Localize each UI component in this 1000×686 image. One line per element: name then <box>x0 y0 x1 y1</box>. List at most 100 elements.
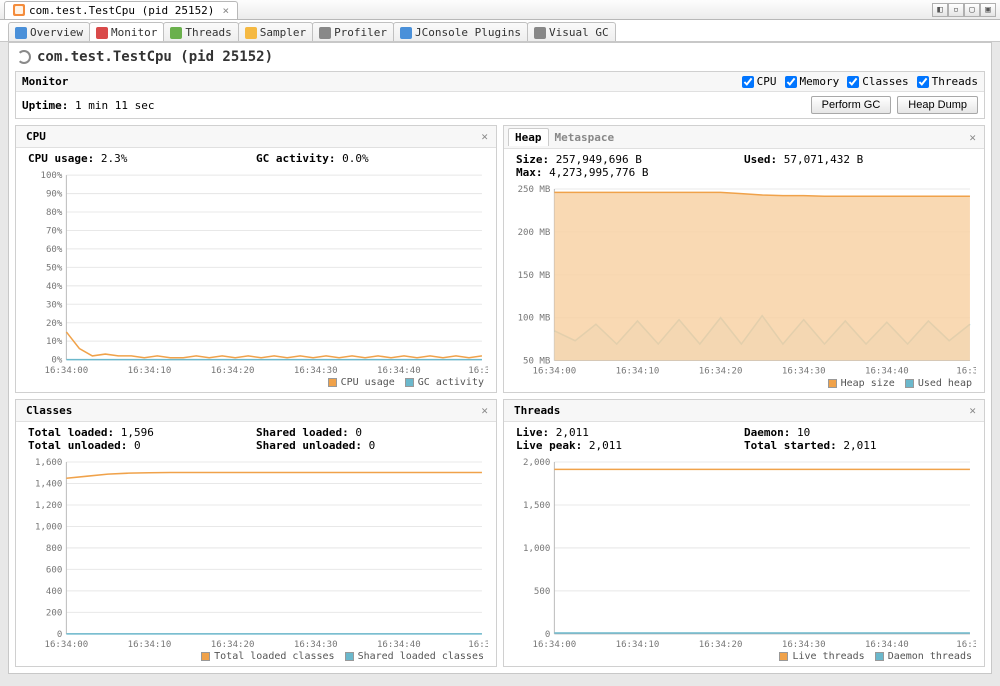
svg-text:1,200: 1,200 <box>35 501 62 511</box>
svg-text:500: 500 <box>534 587 550 597</box>
svg-text:16:34:00: 16:34:00 <box>533 640 577 650</box>
svg-text:200 MB: 200 MB <box>518 228 551 238</box>
chart-grid: CPU✕ CPU usage: 2.3% GC activity: 0.0% 0… <box>9 119 991 673</box>
threads-chart: 05001,0001,5002,00016:34:0016:34:1016:34… <box>512 458 976 650</box>
win-btn-1[interactable]: ◧ <box>932 3 948 17</box>
classes-panel: Classes✕ Total loaded: 1,596 Shared load… <box>15 399 497 667</box>
svg-text:1,000: 1,000 <box>523 544 550 554</box>
page-title-bar: com.test.TestCpu (pid 25152) <box>9 43 991 71</box>
started-label: Total started: <box>744 439 837 452</box>
collapse-icon[interactable]: ✕ <box>477 404 492 417</box>
svg-text:0: 0 <box>545 630 550 640</box>
heap-tab[interactable]: Heap <box>508 128 549 146</box>
svg-text:250 MB: 250 MB <box>518 185 551 195</box>
svg-text:16:34:10: 16:34:10 <box>616 367 660 377</box>
tab-overview[interactable]: Overview <box>8 22 90 41</box>
svg-text:16:34:10: 16:34:10 <box>128 640 172 650</box>
svg-text:16:34:20: 16:34:20 <box>699 367 743 377</box>
app-tab-title: com.test.TestCpu (pid 25152) <box>29 4 214 17</box>
perform-gc-button[interactable]: Perform GC <box>811 96 892 114</box>
total-loaded-value: 1,596 <box>121 426 154 439</box>
cpu-title: CPU <box>20 128 52 145</box>
started-value: 2,011 <box>843 439 876 452</box>
heap-size-label: Size: <box>516 153 549 166</box>
daemon-label: Daemon: <box>744 426 790 439</box>
svg-text:16:34:40: 16:34:40 <box>865 640 909 650</box>
check-cpu-box[interactable] <box>742 76 754 88</box>
check-threads-box[interactable] <box>917 76 929 88</box>
overview-icon <box>15 27 27 39</box>
classes-title: Classes <box>20 402 78 419</box>
svg-text:1,000: 1,000 <box>35 522 62 532</box>
svg-text:16:34:00: 16:34:00 <box>533 367 577 377</box>
heap-chart: 50 MB 100 MB 150 MB 200 MB 250 MB 16:34:00 16:… <box>512 185 976 377</box>
svg-text:50 MB: 50 MB <box>523 357 551 367</box>
heap-legend: Heap size Used heap <box>508 377 980 391</box>
svg-text:800: 800 <box>46 544 62 554</box>
tab-label: Monitor <box>111 26 157 39</box>
tab-visualgc[interactable]: Visual GC <box>527 22 616 41</box>
classes-legend: Total loaded classes Shared loaded class… <box>20 650 492 664</box>
shared-loaded-value: 0 <box>355 426 362 439</box>
heap-used-value: 57,071,432 B <box>784 153 863 166</box>
check-memory[interactable]: Memory <box>785 75 840 88</box>
tab-jconsole[interactable]: JConsole Plugins <box>393 22 528 41</box>
cpu-chart: 0%10%20%30%40%50%60%70%80%90%100%16:34:0… <box>24 171 488 376</box>
win-btn-3[interactable]: ▢ <box>964 3 980 17</box>
monitor-label: Monitor <box>22 75 68 88</box>
shared-unloaded-value: 0 <box>369 439 376 452</box>
cpu-panel: CPU✕ CPU usage: 2.3% GC activity: 0.0% 0… <box>15 125 497 393</box>
heap-dump-button[interactable]: Heap Dump <box>897 96 978 114</box>
svg-text:20%: 20% <box>46 319 63 329</box>
view-tabs: Overview Monitor Threads Sampler Profile… <box>0 20 1000 42</box>
tab-sampler[interactable]: Sampler <box>238 22 313 41</box>
tab-label: Visual GC <box>549 26 609 39</box>
tab-monitor[interactable]: Monitor <box>89 22 164 41</box>
tab-label: Threads <box>185 26 231 39</box>
tab-threads[interactable]: Threads <box>163 22 238 41</box>
svg-text:16:34:30: 16:34:30 <box>782 367 826 377</box>
check-memory-box[interactable] <box>785 76 797 88</box>
metaspace-tab[interactable]: Metaspace <box>549 129 621 146</box>
svg-text:16:34:30: 16:34:30 <box>294 640 338 650</box>
peak-value: 2,011 <box>589 439 622 452</box>
check-cpu[interactable]: CPU <box>742 75 777 88</box>
svg-text:0: 0 <box>57 630 62 640</box>
svg-text:150 MB: 150 MB <box>518 271 551 281</box>
live-value: 2,011 <box>556 426 589 439</box>
threads-title: Threads <box>508 402 566 419</box>
svg-text:0%: 0% <box>51 356 62 366</box>
tab-profiler[interactable]: Profiler <box>312 22 394 41</box>
close-icon[interactable]: × <box>222 4 229 17</box>
sampler-icon <box>245 27 257 39</box>
peak-label: Live peak: <box>516 439 582 452</box>
check-threads[interactable]: Threads <box>917 75 978 88</box>
tab-label: JConsole Plugins <box>415 26 521 39</box>
collapse-icon[interactable]: ✕ <box>965 404 980 417</box>
svg-text:16:34: 16:34 <box>468 366 488 376</box>
svg-text:10%: 10% <box>46 337 63 347</box>
win-btn-2[interactable]: ▫ <box>948 3 964 17</box>
jconsole-icon <box>400 27 412 39</box>
main-body: com.test.TestCpu (pid 25152) Monitor CPU… <box>8 42 992 674</box>
monitor-checks: CPU Memory Classes Threads <box>742 75 978 88</box>
svg-text:100 MB: 100 MB <box>518 314 551 324</box>
check-classes[interactable]: Classes <box>847 75 908 88</box>
check-classes-box[interactable] <box>847 76 859 88</box>
win-btn-4[interactable]: ▣ <box>980 3 996 17</box>
collapse-icon[interactable]: ✕ <box>965 131 980 144</box>
svg-text:1,400: 1,400 <box>35 480 62 490</box>
threads-icon <box>170 27 182 39</box>
svg-text:16:34:00: 16:34:00 <box>45 366 89 376</box>
svg-text:16:34:10: 16:34:10 <box>128 366 172 376</box>
tab-label: Profiler <box>334 26 387 39</box>
gc-activity-label: GC activity: <box>256 152 335 165</box>
app-tab[interactable]: com.test.TestCpu (pid 25152) × <box>4 1 238 19</box>
visualgc-icon <box>534 27 546 39</box>
tab-label: Sampler <box>260 26 306 39</box>
svg-text:16:34:40: 16:34:40 <box>377 640 421 650</box>
refresh-icon[interactable] <box>17 50 31 64</box>
threads-panel: Threads✕ Live: 2,011 Daemon: 10 Live pea… <box>503 399 985 667</box>
total-loaded-label: Total loaded: <box>28 426 114 439</box>
collapse-icon[interactable]: ✕ <box>477 130 492 143</box>
